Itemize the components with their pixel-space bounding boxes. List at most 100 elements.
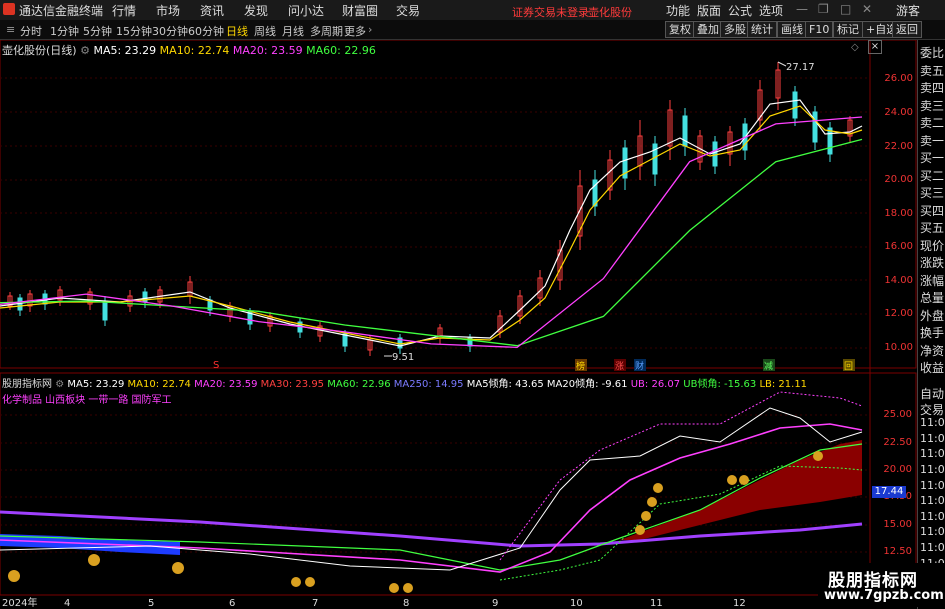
ma60-line bbox=[0, 138, 863, 347]
sub-y-tick-25: 25.00 bbox=[883, 409, 912, 420]
period-30min[interactable]: 30分钟 bbox=[152, 23, 188, 39]
menu-item-formula[interactable]: 公式 bbox=[728, 2, 752, 19]
menu-item-news[interactable]: 资讯 bbox=[200, 2, 224, 19]
side-item[interactable]: 涨跌 bbox=[920, 254, 944, 271]
side-item[interactable]: 卖二 bbox=[920, 114, 944, 131]
sub-y-tick-22-5: 22.50 bbox=[883, 437, 912, 448]
sub-chart-legend: 股朋指标网 ⚙ MA5: 23.29 MA10: 22.74 MA20: 23.… bbox=[2, 375, 807, 390]
period-60min[interactable]: 60分钟 bbox=[188, 23, 224, 39]
x-tick-4: 7 bbox=[312, 598, 318, 609]
main-chart-title: 壶化股份(日线) bbox=[2, 44, 77, 57]
marker-back[interactable]: 回 bbox=[844, 361, 853, 372]
app-name: 通达信金融终端 bbox=[19, 4, 104, 18]
multi-stock-button[interactable]: 多股 bbox=[720, 21, 750, 38]
ma60-label: MA60: 22.96 bbox=[306, 44, 376, 57]
marker-finance[interactable]: 财 bbox=[635, 360, 644, 372]
mark-button[interactable]: 标记 bbox=[833, 21, 863, 38]
marker-rise[interactable]: 涨 bbox=[615, 361, 624, 372]
low-price-label: 9.51 bbox=[392, 352, 414, 363]
x-tick-5: 8 bbox=[403, 598, 409, 609]
menu-item-options[interactable]: 选项 bbox=[759, 2, 783, 19]
adjust-button[interactable]: 复权 bbox=[665, 21, 695, 38]
maximize-icon[interactable]: □ bbox=[840, 2, 851, 16]
side-item[interactable]: 收益 bbox=[920, 359, 944, 376]
x-tick-1: 4 bbox=[64, 598, 70, 609]
period-multi[interactable]: 多周期 bbox=[310, 23, 343, 39]
watermark-url: www.7gpzb.com bbox=[824, 588, 944, 603]
period-toolbar: ≡ 分时 1分钟 5分钟 15分钟 30分钟 60分钟 日线 周线 月线 多周期… bbox=[0, 20, 945, 40]
menu-item-function[interactable]: 功能 bbox=[666, 2, 690, 19]
menu-item-ask[interactable]: 问小达 bbox=[288, 2, 324, 19]
side-item[interactable]: 净资 bbox=[920, 342, 944, 359]
y-tick-10: 10.00 bbox=[884, 342, 913, 353]
side-item[interactable]: 买一 bbox=[920, 149, 944, 166]
overlay-button[interactable]: 叠加 bbox=[693, 21, 723, 38]
y-tick-18: 18.00 bbox=[884, 208, 913, 219]
side-item[interactable]: 现价 bbox=[920, 237, 944, 254]
side-item[interactable]: 总量 bbox=[920, 289, 944, 306]
chart-area[interactable]: 27.17 9.51 S 榜 涨 财 减 回 2024年 4 5 6 7 8 9… bbox=[0, 40, 917, 609]
side-item[interactable]: 自动 bbox=[920, 385, 944, 402]
trade-time: 11:06 bbox=[920, 525, 945, 539]
marker-reduce[interactable]: 减 bbox=[764, 360, 773, 372]
toolbar-menu-icon[interactable]: ≡ bbox=[6, 23, 15, 36]
period-more[interactable]: 更多 bbox=[344, 23, 366, 39]
side-item[interactable]: 卖三 bbox=[920, 97, 944, 114]
back-button[interactable]: 返回 bbox=[892, 21, 922, 38]
period-15min[interactable]: 15分钟 bbox=[116, 23, 152, 39]
menu-item-discover[interactable]: 发现 bbox=[244, 2, 268, 19]
side-item[interactable]: 买四 bbox=[920, 202, 944, 219]
marker-rank[interactable]: 榜 bbox=[576, 360, 585, 372]
side-item[interactable]: 买二 bbox=[920, 167, 944, 184]
period-weekly[interactable]: 周线 bbox=[254, 23, 276, 39]
side-item[interactable]: 换手 bbox=[920, 324, 944, 341]
side-item[interactable]: 涨幅 bbox=[920, 272, 944, 289]
sub-ma5-label: MA5: 23.29 bbox=[67, 379, 125, 390]
ma20-angle-label: MA20倾角: -9.61 bbox=[546, 379, 628, 390]
period-monthly[interactable]: 月线 bbox=[282, 23, 304, 39]
app-logo-icon bbox=[3, 3, 15, 15]
side-item[interactable]: 卖四 bbox=[920, 79, 944, 96]
ma10-label: MA10: 22.74 bbox=[159, 44, 230, 57]
chevron-right-icon[interactable]: › bbox=[368, 23, 372, 36]
sub-settings-icon[interactable]: ⚙ bbox=[55, 379, 64, 390]
period-1min[interactable]: 1分钟 bbox=[50, 23, 79, 39]
side-item[interactable]: 交易 bbox=[920, 401, 944, 418]
side-item[interactable]: 卖五 bbox=[920, 62, 944, 79]
sector-tags: 化学制品 山西板块 一带一路 国防军工 bbox=[2, 395, 172, 406]
user-label[interactable]: 游客 bbox=[896, 2, 920, 19]
side-item[interactable]: 买五 bbox=[920, 219, 944, 236]
side-item[interactable]: 卖一 bbox=[920, 132, 944, 149]
stats-button[interactable]: 统计 bbox=[747, 21, 777, 38]
restore-icon[interactable]: ❐ bbox=[818, 2, 829, 16]
y-tick-22: 22.00 bbox=[884, 141, 913, 152]
sub-ma30-label: MA30: 23.95 bbox=[260, 379, 325, 390]
period-5min[interactable]: 5分钟 bbox=[83, 23, 112, 39]
menu-item-layout[interactable]: 版面 bbox=[697, 2, 721, 19]
trade-time: 11:05 bbox=[920, 463, 945, 476]
side-item[interactable]: 外盘 bbox=[920, 307, 944, 324]
minimize-icon[interactable]: — bbox=[796, 2, 808, 16]
side-item[interactable]: 委比 bbox=[920, 44, 944, 61]
sub-ma60-label: MA60: 22.96 bbox=[327, 379, 391, 390]
draw-button[interactable]: 画线 bbox=[777, 21, 807, 38]
sub-y-tick-20: 20.00 bbox=[883, 464, 912, 475]
f10-button[interactable]: F10 bbox=[805, 21, 834, 38]
ma10-line bbox=[0, 105, 863, 345]
panel-close-icon[interactable]: × bbox=[868, 40, 882, 54]
side-item[interactable]: 买三 bbox=[920, 184, 944, 201]
period-intraday[interactable]: 分时 bbox=[20, 23, 42, 39]
menu-item-quotes[interactable]: 行情 bbox=[112, 2, 136, 19]
settings-icon[interactable]: ⚙ bbox=[80, 44, 93, 57]
x-tick-8: 11 bbox=[650, 598, 663, 609]
x-tick-7: 10 bbox=[570, 598, 583, 609]
menu-item-trade[interactable]: 交易 bbox=[396, 2, 420, 19]
menu-item-wealth[interactable]: 财富圈 bbox=[342, 2, 378, 19]
marker-s[interactable]: S bbox=[213, 360, 219, 371]
lb-label: LB: 21.11 bbox=[759, 379, 808, 390]
close-icon[interactable]: ✕ bbox=[862, 2, 872, 16]
period-daily[interactable]: 日线 bbox=[226, 23, 248, 39]
diamond-icon[interactable]: ◇ bbox=[851, 42, 859, 53]
menu-item-market[interactable]: 市场 bbox=[156, 2, 180, 19]
login-notice[interactable]: 证券交易未登录 bbox=[512, 4, 589, 20]
